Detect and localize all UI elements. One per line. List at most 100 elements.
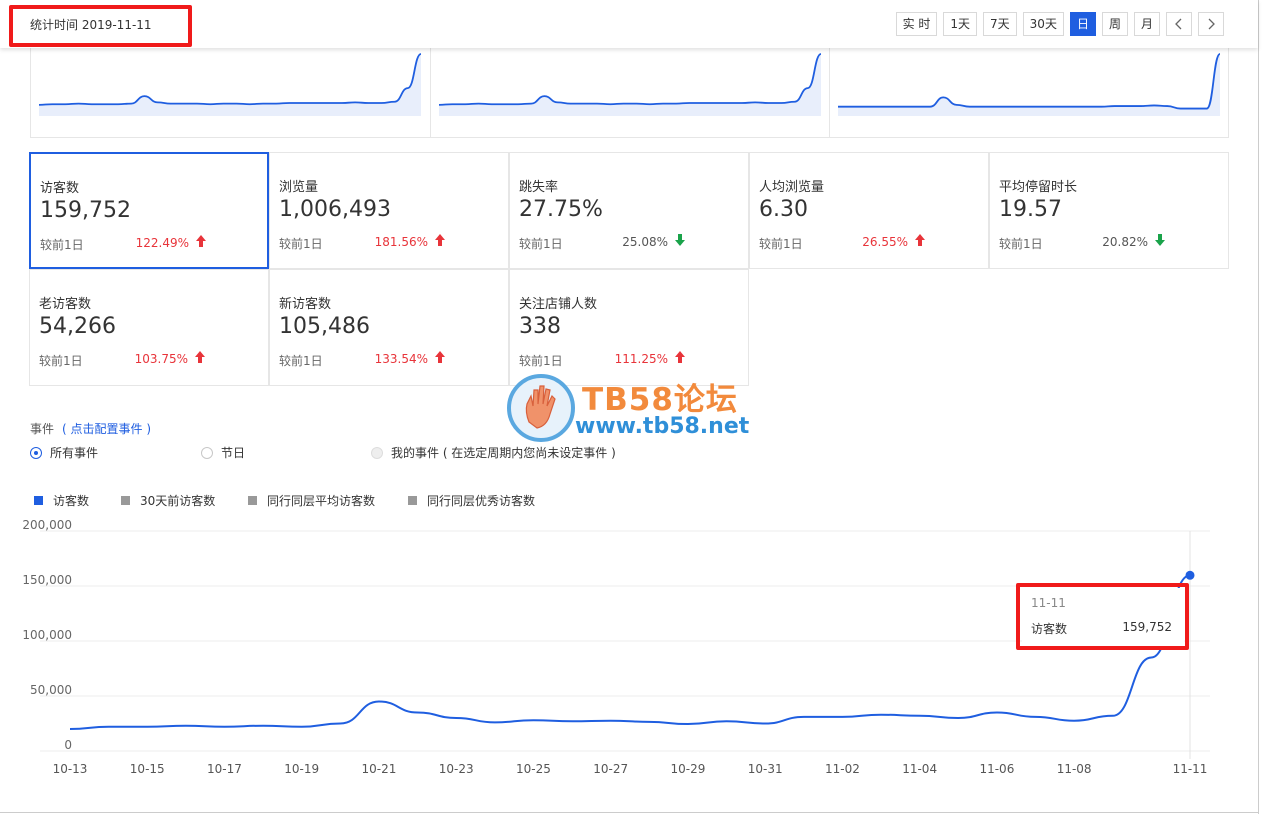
- metric-card-new-visitors[interactable]: 新访客数 105,486 较前1日 133.54%: [269, 269, 509, 386]
- sparkline-line: [38, 53, 422, 106]
- x-tick-label: 11-06: [979, 762, 1014, 776]
- sparkline-line: [438, 53, 822, 106]
- radio-checked-icon[interactable]: [30, 446, 42, 459]
- radio-label: 所有事件: [50, 446, 99, 460]
- metric-card-avg-pageviews[interactable]: 人均浏览量 6.30 较前1日 26.55%: [749, 152, 989, 269]
- metric-value: 105,486: [279, 314, 370, 339]
- legend-label: 访客数: [53, 494, 90, 508]
- metric-value: 338: [519, 314, 561, 339]
- arrow-up-icon: [915, 234, 925, 246]
- metric-compare-label: 较前1日: [519, 354, 563, 368]
- radio-unchecked-icon[interactable]: [201, 446, 213, 459]
- metric-card-visitors[interactable]: 访客数 159,752 较前1日 122.49%: [29, 152, 269, 269]
- metric-label: 跳失率: [519, 180, 559, 195]
- metric-compare-label: 较前1日: [999, 237, 1043, 251]
- metric-value: 159,752: [40, 198, 131, 223]
- arrow-up-icon: [196, 235, 206, 247]
- hand-logo-icon: [507, 374, 575, 442]
- metric-label: 新访客数: [279, 297, 332, 312]
- frame-border-bottom: [0, 812, 1258, 813]
- legend-swatch: [248, 496, 257, 505]
- arrow-down-icon: [1155, 234, 1165, 246]
- metric-change-pct: 181.56%: [374, 235, 428, 249]
- x-tick-label: 10-25: [516, 762, 551, 776]
- arrow-up-icon: [675, 351, 685, 363]
- metric-card-returning-visitors[interactable]: 老访客数 54,266 较前1日 103.75%: [29, 269, 269, 386]
- period-month-button[interactable]: 月: [1133, 12, 1160, 36]
- radio-disabled-icon: [371, 446, 383, 459]
- x-tick-label: 10-15: [130, 762, 165, 776]
- metric-change-pct: 111.25%: [614, 352, 668, 366]
- legend-label: 30天前访客数: [140, 494, 216, 508]
- period-week-button[interactable]: 周: [1101, 12, 1128, 36]
- legend-swatch: [408, 496, 417, 505]
- sparkline-card[interactable]: [31, 48, 430, 137]
- legend-item[interactable]: 30天前访客数: [121, 492, 215, 509]
- x-tick-label: 11-02: [825, 762, 860, 776]
- metric-card-pageviews[interactable]: 浏览量 1,006,493 较前1日 181.56%: [269, 152, 509, 269]
- x-tick-label: 10-27: [593, 762, 628, 776]
- x-tick-label: 10-17: [207, 762, 242, 776]
- arrow-up-icon: [195, 351, 205, 363]
- metric-card-bounce-rate[interactable]: 跳失率 27.75% 较前1日 25.08%: [509, 152, 749, 269]
- y-tick-label: 100,000: [22, 628, 72, 642]
- chevron-left-icon[interactable]: [1166, 12, 1192, 36]
- metric-compare-label: 较前1日: [519, 237, 563, 251]
- metric-change-pct: 122.49%: [135, 236, 189, 250]
- legend-label: 同行同层平均访客数: [267, 494, 376, 508]
- sparkline-chart: [38, 53, 422, 116]
- arrow-down-icon: [675, 234, 685, 246]
- metric-value: 27.75%: [519, 197, 603, 222]
- metric-card-shop-followers[interactable]: 关注店铺人数 338 较前1日 111.25%: [509, 269, 749, 386]
- sparkline-chart: [837, 53, 1221, 116]
- period-30day-button[interactable]: 30天: [1022, 12, 1064, 36]
- radio-all-events[interactable]: 所有事件: [30, 444, 98, 461]
- period-buttons: 实 时 1天 7天 30天 日 周 月: [895, 12, 1224, 36]
- x-tick-label: 10-23: [439, 762, 474, 776]
- period-realtime-button[interactable]: 实 时: [895, 12, 938, 36]
- x-tick-label: 11-04: [902, 762, 937, 776]
- sparkline-card[interactable]: [430, 48, 830, 137]
- visitors-line-chart[interactable]: 200,000 150,000 100,000 50,000 0 10-13 10-15 10…: [0, 510, 1258, 790]
- sparkline-row: [30, 48, 1229, 138]
- period-7day-button[interactable]: 7天: [983, 12, 1017, 36]
- watermark-url: www.tb58.net: [575, 414, 750, 439]
- x-tick-label: 10-21: [362, 762, 397, 776]
- config-events-link[interactable]: ( 点击配置事件 ): [62, 422, 151, 436]
- metric-label: 关注店铺人数: [519, 297, 598, 312]
- metric-value: 6.30: [759, 197, 808, 222]
- x-tick-label: 10-29: [670, 762, 705, 776]
- metric-label: 平均停留时长: [999, 180, 1078, 195]
- metric-label: 老访客数: [39, 297, 92, 312]
- metric-card-avg-duration[interactable]: 平均停留时长 19.57 较前1日 20.82%: [989, 152, 1229, 269]
- y-tick-label: 0: [64, 738, 72, 752]
- watermark-title: TB58论坛: [582, 382, 738, 418]
- metric-compare-label: 较前1日: [759, 237, 803, 251]
- x-tick-label: 10-31: [748, 762, 783, 776]
- x-tick-label: 11-11: [1173, 762, 1208, 776]
- metric-change-pct: 20.82%: [1102, 235, 1148, 249]
- period-day-button[interactable]: 日: [1069, 12, 1096, 36]
- y-tick-label: 200,000: [22, 518, 72, 532]
- metric-change-pct: 26.55%: [862, 235, 908, 249]
- y-tick-label: 50,000: [30, 683, 72, 697]
- radio-label: 我的事件 ( 在选定周期内您尚未设定事件 ): [391, 446, 616, 460]
- legend-item[interactable]: 同行同层平均访客数: [248, 492, 375, 509]
- series-point-highlight: [1185, 570, 1195, 580]
- metric-compare-label: 较前1日: [279, 237, 323, 251]
- period-1day-button[interactable]: 1天: [943, 12, 978, 36]
- sparkline-line: [837, 53, 1221, 110]
- sparkline-card[interactable]: [829, 48, 1229, 137]
- legend-item[interactable]: 访客数: [34, 492, 89, 509]
- metric-change-pct: 103.75%: [134, 352, 188, 366]
- sparkline-area: [439, 54, 821, 116]
- metric-compare-label: 较前1日: [39, 354, 83, 368]
- chevron-right-icon[interactable]: [1198, 12, 1224, 36]
- metric-value: 54,266: [39, 314, 116, 339]
- sparkline-area: [39, 54, 421, 116]
- legend-swatch: [121, 496, 130, 505]
- radio-my-events: 我的事件 ( 在选定周期内您尚未设定事件 ): [371, 444, 616, 461]
- legend-item[interactable]: 同行同层优秀访客数: [408, 492, 535, 509]
- radio-holidays[interactable]: 节日: [201, 444, 245, 461]
- x-tick-label: 11-08: [1057, 762, 1092, 776]
